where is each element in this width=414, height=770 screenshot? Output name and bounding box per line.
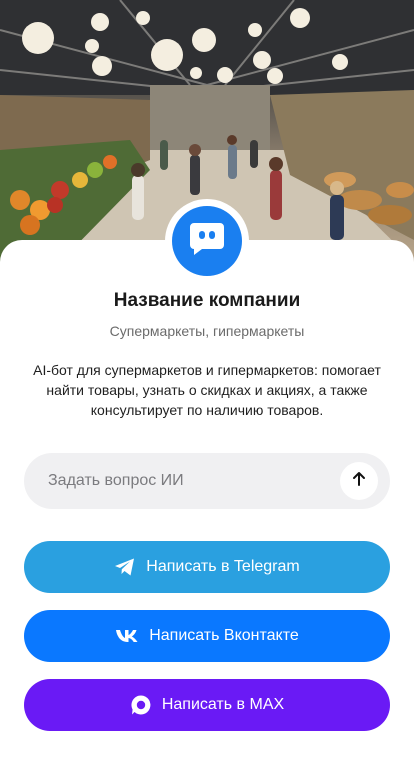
- chat-bot-icon: [188, 221, 226, 262]
- send-button[interactable]: [340, 462, 378, 500]
- vk-button[interactable]: Написать Вконтакте: [24, 610, 390, 662]
- telegram-button-label: Написать в Telegram: [146, 558, 300, 575]
- ask-ai-bar: [24, 453, 390, 509]
- avatar: [172, 206, 242, 276]
- company-name: Название компании: [113, 290, 301, 311]
- company-category: Супермаркеты, гипермаркеты: [109, 323, 305, 339]
- company-description: AI-бот для супермаркетов и гипермаркетов…: [33, 362, 381, 418]
- telegram-button[interactable]: Написать в Telegram: [24, 541, 390, 593]
- max-icon: [130, 694, 152, 716]
- max-button[interactable]: Написать в MAX: [24, 679, 390, 731]
- vk-button-label: Написать Вконтакте: [149, 627, 299, 644]
- arrow-up-icon: [351, 471, 367, 492]
- ask-ai-input[interactable]: [48, 472, 308, 490]
- telegram-icon: [114, 557, 136, 577]
- vk-icon: [115, 629, 139, 643]
- max-button-label: Написать в MAX: [161, 696, 285, 713]
